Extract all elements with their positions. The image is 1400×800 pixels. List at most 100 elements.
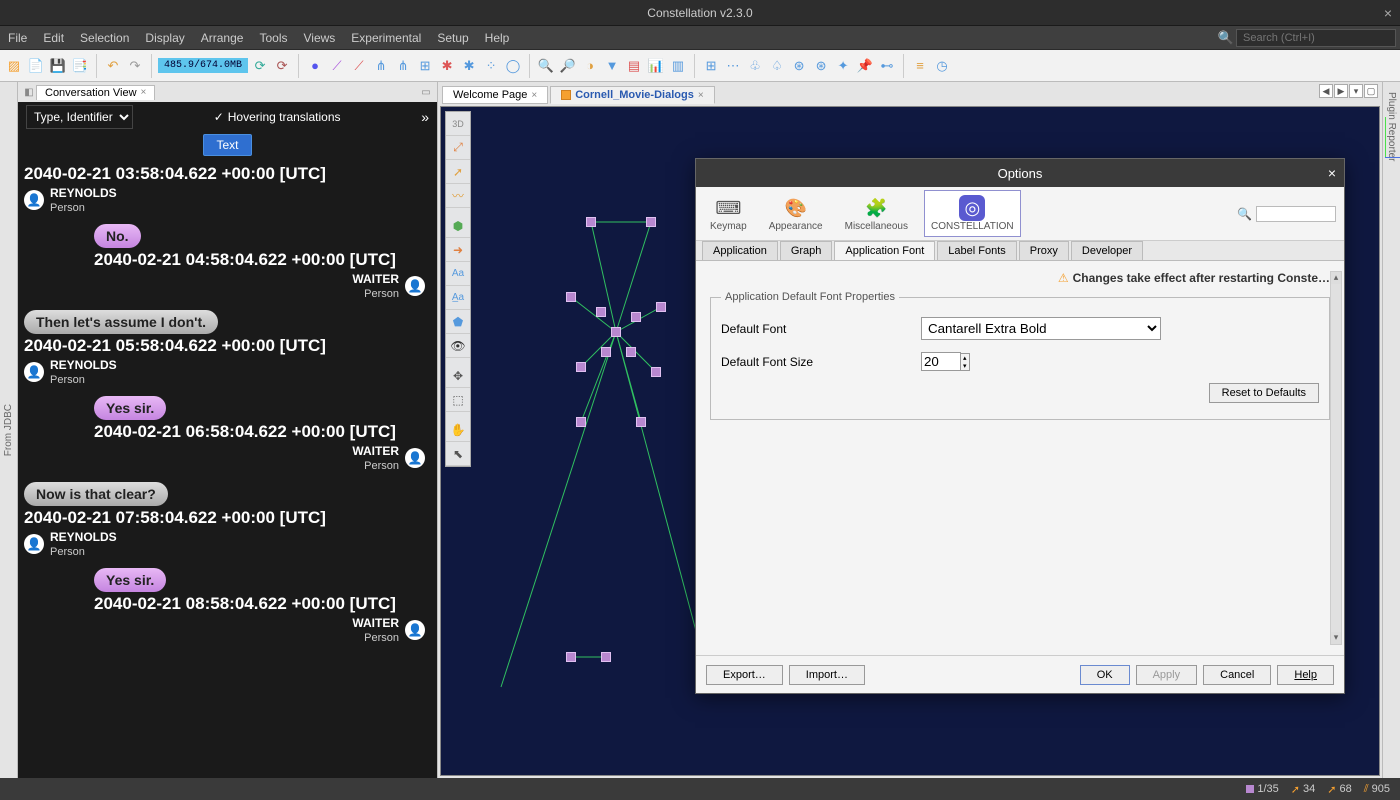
pie-icon[interactable]: ◑: [580, 56, 600, 76]
tree2-icon[interactable]: ♧: [745, 56, 765, 76]
menu-setup[interactable]: Setup: [429, 27, 476, 49]
tree-icon[interactable]: ⋔: [371, 56, 391, 76]
menu-experimental[interactable]: Experimental: [343, 27, 429, 49]
graph-node[interactable]: [646, 217, 656, 227]
graph-node[interactable]: [611, 327, 621, 337]
tab-developer[interactable]: Developer: [1071, 241, 1143, 260]
spinner-down-icon[interactable]: ▾: [961, 362, 969, 370]
menu-views[interactable]: Views: [295, 27, 343, 49]
menu-help[interactable]: Help: [477, 27, 518, 49]
tab-application[interactable]: Application: [702, 241, 778, 260]
tab-app-font[interactable]: Application Font: [834, 241, 935, 260]
scatter-icon[interactable]: ⁘: [481, 56, 501, 76]
graph-node[interactable]: [596, 307, 606, 317]
tab-graph[interactable]: Graph: [780, 241, 833, 260]
tab-label-fonts[interactable]: Label Fonts: [937, 241, 1016, 260]
close-icon[interactable]: ×: [141, 87, 147, 98]
graph-node[interactable]: [601, 347, 611, 357]
spinner-up-icon[interactable]: ▴: [961, 354, 969, 362]
size-input[interactable]: [921, 352, 961, 371]
close-icon[interactable]: ×: [698, 90, 704, 101]
conn-icon[interactable]: ⊷: [877, 56, 897, 76]
pin-icon[interactable]: 📌: [855, 56, 875, 76]
cat-misc[interactable]: 🧩Miscellaneous: [839, 191, 914, 236]
chart-icon[interactable]: 📊: [646, 56, 666, 76]
quicksearch-input[interactable]: [1236, 29, 1396, 47]
memory-indicator[interactable]: 485.9/674.0MB: [158, 58, 248, 73]
save-all-icon[interactable]: 📑: [70, 56, 90, 76]
graph-node[interactable]: [601, 652, 611, 662]
graph-node[interactable]: [566, 292, 576, 302]
dialog-titlebar[interactable]: Options ×: [696, 159, 1344, 187]
layout1-icon[interactable]: ⟋: [349, 56, 369, 76]
menu-file[interactable]: File: [0, 27, 35, 49]
graph-node[interactable]: [636, 417, 646, 427]
refresh-icon[interactable]: ⟳: [250, 56, 270, 76]
tab-welcome[interactable]: Welcome Page ×: [442, 86, 548, 104]
dots-icon[interactable]: ⋯: [723, 56, 743, 76]
menu-selection[interactable]: Selection: [72, 27, 137, 49]
graph-node[interactable]: [651, 367, 661, 377]
export-button[interactable]: Export…: [706, 665, 783, 685]
conv-list[interactable]: 2040-02-21 03:58:04.622 +00:00 [UTC] 👤 R…: [18, 158, 437, 778]
tree3-icon[interactable]: ♤: [767, 56, 787, 76]
nav-list-icon[interactable]: ▾: [1349, 84, 1363, 98]
font-select[interactable]: Cantarell Extra Bold: [921, 317, 1161, 340]
dialog-scrollbar[interactable]: ▴▾: [1330, 271, 1342, 645]
new-file-icon[interactable]: ▨: [4, 56, 24, 76]
graph-node[interactable]: [631, 312, 641, 322]
ok-button[interactable]: OK: [1080, 665, 1130, 685]
left-rail[interactable]: From JDBC: [0, 82, 18, 778]
nav-next-icon[interactable]: ▶: [1334, 84, 1348, 98]
menu-tools[interactable]: Tools: [251, 27, 295, 49]
graph-node[interactable]: [576, 417, 586, 427]
net3-icon[interactable]: ⊛: [789, 56, 809, 76]
filter-icon[interactable]: ▼: [602, 56, 622, 76]
cancel-button[interactable]: Cancel: [1203, 665, 1271, 685]
legend-icon[interactable]: ▤: [624, 56, 644, 76]
open-icon[interactable]: 📄: [26, 56, 46, 76]
net4-icon[interactable]: ⊛: [811, 56, 831, 76]
grid-icon[interactable]: ⊞: [415, 56, 435, 76]
circ-icon[interactable]: ◯: [503, 56, 523, 76]
nav-prev-icon[interactable]: ◀: [1319, 84, 1333, 98]
grid2-icon[interactable]: ⊞: [701, 56, 721, 76]
graph-node[interactable]: [586, 217, 596, 227]
minimize-icon[interactable]: ◧: [22, 87, 36, 98]
reset-button[interactable]: Reset to Defaults: [1209, 383, 1319, 403]
graph-node[interactable]: [576, 362, 586, 372]
dialog-close-icon[interactable]: ×: [1328, 165, 1336, 181]
close-icon[interactable]: ×: [531, 90, 537, 101]
save-icon[interactable]: 💾: [48, 56, 68, 76]
edge-icon[interactable]: ⟋: [327, 56, 347, 76]
net2-icon[interactable]: ✱: [459, 56, 479, 76]
right-rail[interactable]: Plugin Reporter: [1382, 82, 1400, 778]
conv-selector[interactable]: Type, Identifier: [26, 105, 133, 129]
clock-icon[interactable]: ◷: [932, 56, 952, 76]
graph-node[interactable]: [566, 652, 576, 662]
net5-icon[interactable]: ✦: [833, 56, 853, 76]
refresh2-icon[interactable]: ⟳: [272, 56, 292, 76]
align-icon[interactable]: ≡: [910, 56, 930, 76]
options-search-input[interactable]: [1256, 206, 1336, 222]
cat-keymap[interactable]: ⌨Keymap: [704, 191, 753, 236]
hier-icon[interactable]: ⋔: [393, 56, 413, 76]
menu-arrange[interactable]: Arrange: [193, 27, 252, 49]
conv-tab[interactable]: Conversation View ×: [36, 85, 155, 100]
tab-proxy[interactable]: Proxy: [1019, 241, 1069, 260]
tab-text[interactable]: Text: [203, 134, 251, 156]
net-icon[interactable]: ✱: [437, 56, 457, 76]
undo-icon[interactable]: ↶: [103, 56, 123, 76]
redo-icon[interactable]: ↷: [125, 56, 145, 76]
menu-display[interactable]: Display: [137, 27, 192, 49]
window-close-icon[interactable]: ×: [1384, 5, 1392, 21]
cat-appearance[interactable]: 🎨Appearance: [763, 191, 829, 236]
bars-icon[interactable]: ▥: [668, 56, 688, 76]
graph-node[interactable]: [626, 347, 636, 357]
zoom-in-icon[interactable]: 🔍: [536, 56, 556, 76]
zoom-out-icon[interactable]: 🔎: [558, 56, 578, 76]
import-button[interactable]: Import…: [789, 665, 865, 685]
apply-button[interactable]: Apply: [1136, 665, 1198, 685]
help-button[interactable]: Help: [1277, 665, 1334, 685]
nav-max-icon[interactable]: ▢: [1364, 84, 1378, 98]
